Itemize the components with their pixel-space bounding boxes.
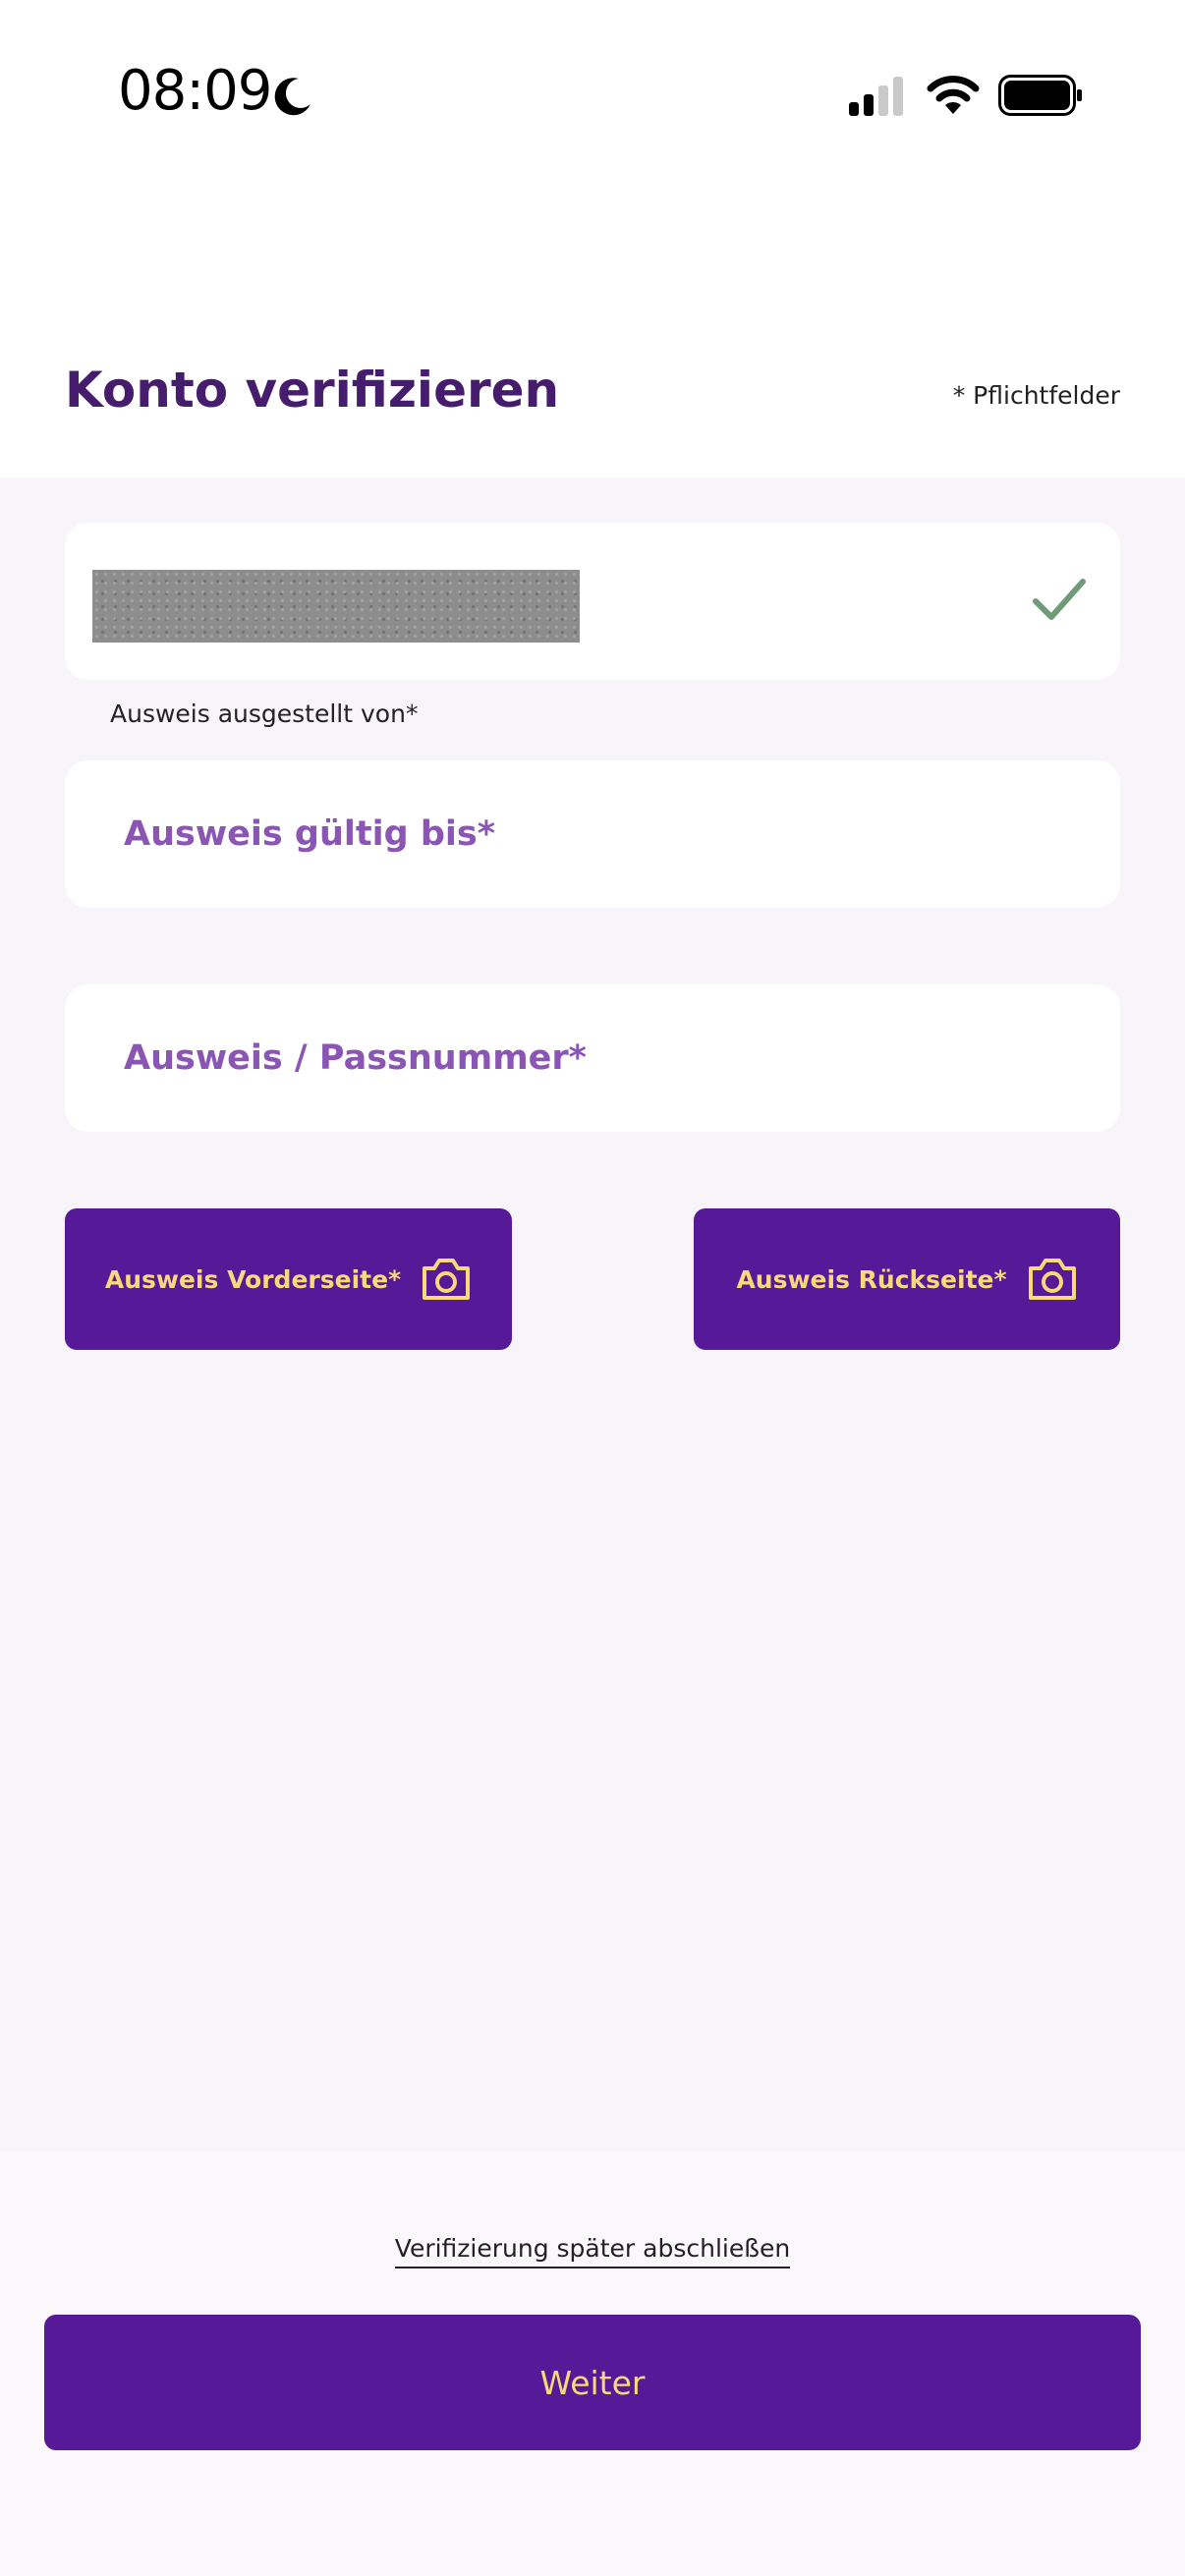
redacted-value xyxy=(92,570,580,643)
camera-icon xyxy=(423,1259,471,1300)
battery-icon xyxy=(998,75,1082,116)
required-fields-note: * Pflichtfelder xyxy=(952,381,1120,410)
next-button[interactable]: Weiter xyxy=(44,2315,1141,2450)
front-photo-button[interactable]: Ausweis Vorderseite* xyxy=(65,1208,512,1350)
signal-icon xyxy=(849,77,903,116)
passport-number-field[interactable]: Ausweis / Passnummer* xyxy=(65,984,1120,1132)
issuer-select[interactable] xyxy=(65,523,1120,680)
page-title: Konto verifizieren xyxy=(65,362,560,419)
check-icon xyxy=(1033,579,1086,620)
status-time: 08:09 xyxy=(118,59,272,123)
next-button-label: Weiter xyxy=(539,2363,646,2402)
expiry-date-placeholder: Ausweis gültig bis* xyxy=(124,814,496,854)
wifi-icon xyxy=(927,76,980,114)
back-photo-button[interactable]: Ausweis Rückseite* xyxy=(694,1208,1120,1350)
front-photo-label: Ausweis Vorderseite* xyxy=(104,1264,402,1294)
verify-later-link[interactable]: Verifizierung später abschließen xyxy=(394,2234,791,2268)
moon-icon xyxy=(274,78,310,116)
later-link-container: Verifizierung später abschließen xyxy=(0,2234,1185,2268)
passport-number-placeholder: Ausweis / Passnummer* xyxy=(124,1038,587,1078)
header-area: 08:09 Konto verifizieren * Pflichtfelder xyxy=(0,0,1185,477)
expiry-date-field[interactable]: Ausweis gültig bis* xyxy=(65,760,1120,908)
issuer-label: Ausweis ausgestellt von* xyxy=(110,700,419,728)
back-photo-label: Ausweis Rückseite* xyxy=(736,1264,1007,1294)
camera-icon xyxy=(1028,1259,1076,1300)
